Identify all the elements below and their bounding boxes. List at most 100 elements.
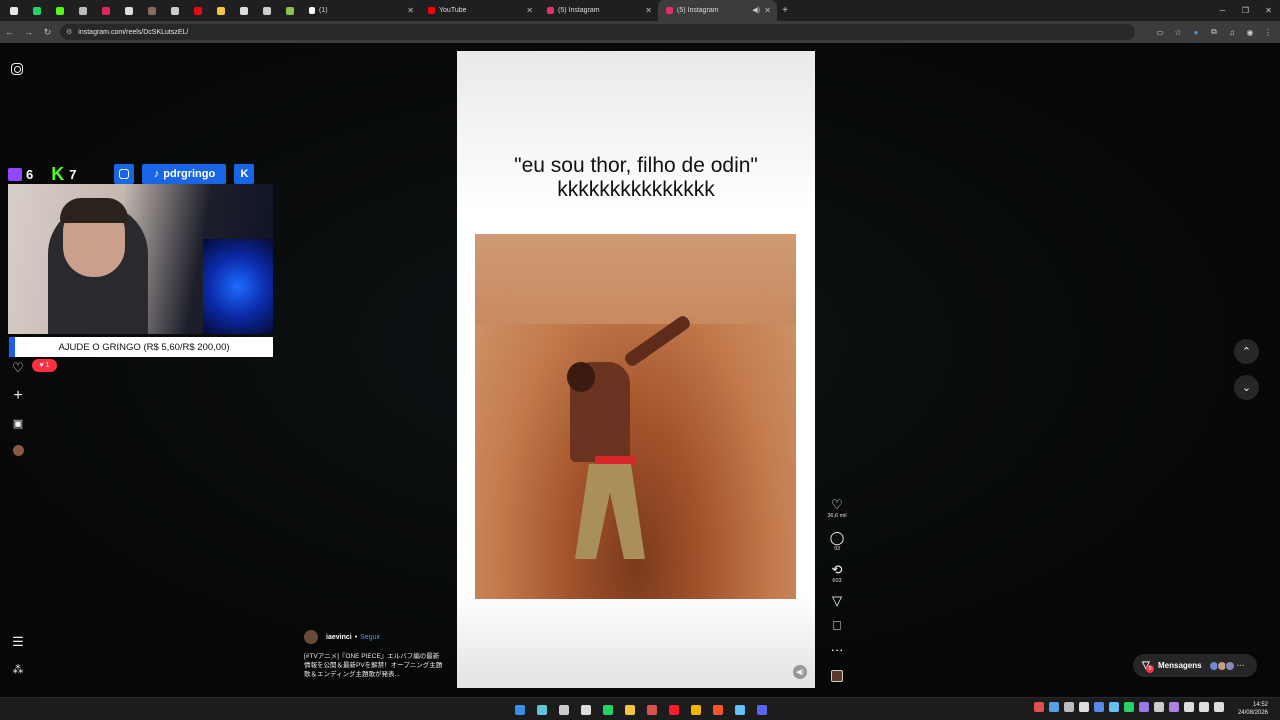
twitch-count: 6: [26, 166, 34, 182]
reel-video[interactable]: "eu sou thor, filho de odin" kkkkkkkkkkk…: [457, 51, 815, 688]
author-name[interactable]: iaevinci: [326, 634, 352, 641]
author-avatar[interactable]: [304, 630, 318, 644]
battery-icon[interactable]: [1214, 702, 1224, 712]
menu-icon[interactable]: ⋮: [1262, 28, 1274, 37]
more-action[interactable]: ···: [826, 643, 848, 657]
pinned-tab[interactable]: [94, 0, 117, 21]
pinned-tab[interactable]: [278, 0, 301, 21]
pinned-tab[interactable]: [232, 0, 255, 21]
reel-description[interactable]: [#TVアニメ]『ONE PIECE』エルバフ編の最新情報を公開＆最新PVを解禁…: [304, 652, 444, 679]
pinned-tab[interactable]: [163, 0, 186, 21]
bookmark-icon[interactable]: ⎕: [826, 619, 848, 633]
pinned-tab[interactable]: [2, 0, 25, 21]
taskbar-app[interactable]: [709, 701, 727, 718]
tab-instagram-active[interactable]: (5) Instagram ◀) ✕: [658, 0, 777, 21]
taskbar-app[interactable]: [731, 701, 749, 718]
instagram-logo-icon[interactable]: [11, 63, 23, 75]
taskbar-app[interactable]: [555, 701, 573, 718]
wifi-icon[interactable]: [1184, 702, 1194, 712]
taskbar-app[interactable]: [599, 701, 617, 718]
pinned-tab[interactable]: [209, 0, 232, 21]
tray-icon[interactable]: [1094, 702, 1104, 712]
taskbar-app[interactable]: [753, 701, 771, 718]
media-icon[interactable]: ♫: [1226, 28, 1238, 37]
create-icon[interactable]: +: [11, 388, 25, 404]
speaker-icon[interactable]: [1199, 702, 1209, 712]
more-icon[interactable]: ···: [826, 643, 848, 657]
tray-icon[interactable]: [1139, 702, 1149, 712]
save-action[interactable]: ⎕: [826, 619, 848, 633]
pinned-tab[interactable]: [117, 0, 140, 21]
next-reel-button[interactable]: ⌄: [1234, 375, 1259, 400]
tab-instagram[interactable]: (5) Instagram ✕: [539, 0, 658, 21]
profile-icon[interactable]: ◉: [1244, 28, 1256, 37]
tray-icon[interactable]: [1169, 702, 1179, 712]
new-tab-button[interactable]: +: [777, 5, 793, 16]
tray-icon[interactable]: [1124, 702, 1134, 712]
tray-icon[interactable]: [1034, 702, 1044, 712]
minimize-icon[interactable]: ─: [1211, 0, 1234, 21]
star-icon[interactable]: ☆: [1172, 28, 1184, 37]
meta-apps-icon[interactable]: ⁂: [11, 663, 25, 677]
taskbar-app[interactable]: [577, 701, 595, 718]
reload-icon[interactable]: ↻: [38, 27, 57, 38]
forward-icon[interactable]: →: [19, 27, 38, 37]
heart-icon[interactable]: ♡: [826, 498, 848, 512]
volume-icon[interactable]: ◀): [793, 665, 807, 679]
repost-action[interactable]: ⟲ 603: [826, 563, 848, 585]
tray-icon[interactable]: [1049, 702, 1059, 712]
close-icon[interactable]: ✕: [764, 6, 771, 15]
taskbar-app[interactable]: [511, 701, 529, 718]
tray-icon[interactable]: [1154, 702, 1164, 712]
close-icon[interactable]: ✕: [526, 6, 533, 15]
pinned-tab[interactable]: [140, 0, 163, 21]
clock[interactable]: 14:52 24/08/2026: [1238, 701, 1268, 717]
pinned-tab[interactable]: [255, 0, 278, 21]
pinned-tab[interactable]: [25, 0, 48, 21]
follow-button[interactable]: Seguir: [360, 634, 380, 641]
menu-icon[interactable]: ☰: [11, 635, 25, 649]
dashboard-icon[interactable]: ▣: [11, 417, 25, 431]
taskbar-app[interactable]: [533, 701, 551, 718]
pinned-tab[interactable]: [48, 0, 71, 21]
heart-icon[interactable]: ♡: [11, 361, 25, 375]
whatsapp-icon: [603, 704, 613, 715]
audio-thumb[interactable]: [826, 670, 848, 682]
puzzle-icon[interactable]: ⧉: [1208, 27, 1220, 37]
send-icon[interactable]: ▽: [826, 594, 848, 608]
previous-reel-button[interactable]: ⌃: [1234, 339, 1259, 364]
site-info-icon[interactable]: ⚙: [66, 28, 72, 36]
comment-action[interactable]: ◯ 93: [826, 531, 848, 553]
back-icon[interactable]: ←: [0, 27, 19, 37]
pinned-tab[interactable]: [186, 0, 209, 21]
discord-icon: [757, 704, 767, 715]
close-icon[interactable]: ✕: [645, 6, 652, 15]
close-icon[interactable]: ✕: [407, 6, 414, 15]
taskbar-app[interactable]: [687, 701, 705, 718]
tray-icon[interactable]: [1064, 702, 1074, 712]
like-action[interactable]: ♡ 36,6 mil: [826, 498, 848, 520]
tab-youtube[interactable]: YouTube ✕: [420, 0, 539, 21]
audio-thumb-icon[interactable]: [831, 670, 843, 682]
taskbar-app[interactable]: [665, 701, 683, 718]
pinned-tab[interactable]: [71, 0, 94, 21]
share-action[interactable]: ▽: [826, 594, 848, 608]
comment-icon[interactable]: ◯: [826, 531, 848, 545]
profile-avatar[interactable]: [11, 444, 25, 458]
tray-icon[interactable]: [1109, 702, 1119, 712]
tab-tiktok[interactable]: (1) ✕: [301, 0, 420, 21]
app-icon: [124, 6, 133, 15]
taskbar-app[interactable]: [643, 701, 661, 718]
cast-icon[interactable]: ▭: [1154, 28, 1166, 37]
close-window-icon[interactable]: ✕: [1257, 0, 1280, 21]
taskbar-app[interactable]: [621, 701, 639, 718]
repost-icon[interactable]: ⟲: [826, 563, 848, 577]
messages-button[interactable]: ▽ 5 Mensagens ···: [1133, 654, 1257, 677]
caption-line-1: "eu sou thor, filho de odin": [514, 154, 758, 177]
speaker-icon[interactable]: ◀): [752, 6, 760, 14]
messages-badge: 5: [1146, 665, 1154, 673]
tray-icon[interactable]: [1079, 702, 1089, 712]
maximize-icon[interactable]: ❐: [1234, 0, 1257, 21]
address-bar[interactable]: ⚙ instagram.com/reels/DcSKLutszEL/: [60, 24, 1135, 40]
extension-icon[interactable]: ●: [1190, 28, 1202, 37]
